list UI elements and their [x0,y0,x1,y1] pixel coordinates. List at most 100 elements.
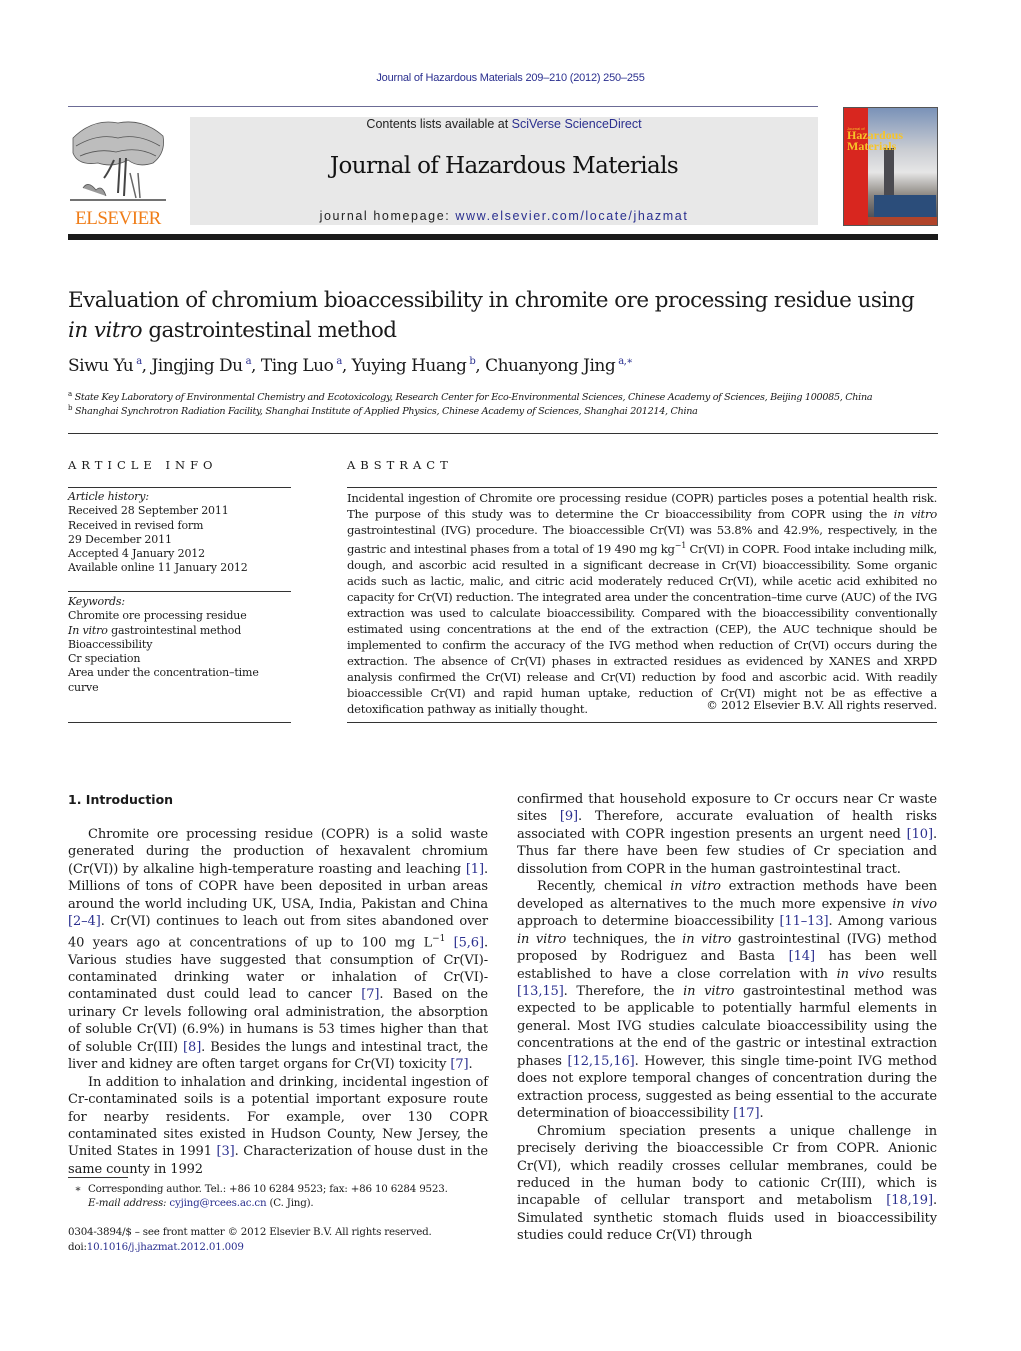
citation-link[interactable]: [9] [560,809,578,824]
history-item: Accepted 4 January 2012 [68,547,205,561]
citation-link[interactable]: [1] [466,862,484,877]
email-label: E-mail address: [88,1197,167,1209]
citation-link[interactable]: [7] [361,987,379,1002]
cover-title: Hazardous Materials [847,129,903,153]
email-note: E-mail address: cyjing@rcees.ac.cn (C. J… [88,1196,508,1210]
citation-link[interactable]: [11–13] [779,914,828,929]
paragraph: Recently, chemical in vitro extraction m… [517,878,937,1122]
affiliation-a: a State Key Laboratory of Environmental … [68,390,948,403]
elsevier-tree-icon [70,121,166,201]
doi-link[interactable]: 10.1016/j.jhazmat.2012.01.009 [87,1241,244,1253]
keyword-text: Bioaccessibility [68,637,153,651]
author-name[interactable]: Siwu Yu [68,356,134,376]
journal-homepage-line: journal homepage: www.elsevier.com/locat… [190,209,818,223]
superscript: −1 [432,933,446,944]
body-text: . Therefore, accurate evaluation of heal… [517,809,937,842]
keyword-text: Chromite ore processing residue [68,609,247,623]
history-item: Available online 11 January 2012 [68,561,248,575]
author-name[interactable]: Ting Luo [261,356,334,376]
keyword-italic: In vitro [68,623,108,637]
contents-prefix: Contents lists available at [366,117,512,131]
body-text: techniques, the [566,931,683,947]
front-matter-note: 0304-3894/$ – see front matter © 2012 El… [68,1226,432,1238]
elsevier-logo-text: ELSEVIER [75,208,161,229]
keyword-text: Cr speciation [68,652,141,666]
italic-text: in vivo [892,896,938,912]
author-separator: , [251,356,261,376]
citation-link[interactable]: [3] [217,1144,235,1159]
keyword-item: Area under the concentration–time curve [68,666,291,695]
doi-line: doi:10.1016/j.jhazmat.2012.01.009 [68,1240,488,1254]
citation-link[interactable]: [10] [907,827,933,842]
header-thick-rule [68,234,938,240]
homepage-link[interactable]: www.elsevier.com/locate/jhazmat [455,209,688,223]
body-column-left: Chromite ore processing residue (COPR) i… [68,826,488,1178]
citation-link[interactable]: [18,19] [886,1193,933,1208]
article-info-heading: ARTICLE INFO [68,458,218,472]
keyword-item: Bioaccessibility [68,638,291,652]
abstract-bottom-rule [347,722,937,723]
body-text: . Cr(VI) continues to leach out from sit… [68,914,488,951]
history-item: Received 28 September 2011 [68,504,229,518]
body-text: Chromium speciation presents a unique ch… [517,1123,937,1209]
abstract-body: Incidental ingestion of Chromite ore pro… [347,490,937,717]
title-rest: gastrointestinal method [142,318,397,343]
italic-text: in vitro [517,931,567,947]
keyword-text: Area under the concentration–time curve [68,666,259,694]
body-text: . [759,1106,764,1122]
body-text: Recently, chemical [537,879,671,895]
italic-text: in vitro [682,931,732,947]
author-name[interactable]: Chuanyong Jing [485,356,616,376]
body-text: . Among various [828,914,937,930]
author-name[interactable]: Yuying Huang [352,356,467,376]
keywords: Keywords: Chromite ore processing residu… [68,595,291,695]
citation-link[interactable]: [8] [183,1040,201,1055]
section-heading-introduction: 1. Introduction [68,792,174,807]
body-text: Chromite ore processing residue (COPR) i… [68,827,488,877]
author-name[interactable]: Jingjing Du [151,356,243,376]
citation-link[interactable]: [14] [789,949,815,964]
paragraph: In addition to inhalation and drinking, … [68,1074,488,1179]
author-list: Siwu Yu a, Jingjing Du a, Ting Luo a, Yuyin… [68,356,948,376]
body-text: approach to determine bioaccessibility [517,914,780,930]
author-affiliation-mark[interactable]: a,∗ [618,356,633,367]
affiliation-rule [68,433,938,434]
citation-link[interactable]: [17] [733,1106,759,1121]
corresponding-mark: ∗ [74,1183,82,1195]
keyword-item: Cr speciation [68,652,291,666]
elsevier-logo[interactable]: ELSEVIER [68,118,168,229]
contents-line: Contents lists available at SciVerse Sci… [190,117,818,131]
abstract-copyright: © 2012 Elsevier B.V. All rights reserved… [706,698,937,712]
citation-link[interactable]: [2–4] [68,914,101,929]
citation-link[interactable]: [7] [450,1057,468,1072]
running-head[interactable]: Journal of Hazardous Materials 209–210 (… [0,72,1021,84]
footnote-rule [68,1177,128,1178]
article-info-bottom-rule [68,722,291,723]
cover-title-line2: Materials [847,139,897,153]
email-link[interactable]: cyjing@rcees.ac.cn [169,1197,266,1209]
corresponding-author-note: ∗ Corresponding author. Tel.: +86 10 6284… [68,1182,488,1196]
title-line1: Evaluation of chromium bioaccessibility … [68,288,915,313]
history-item: Received in revised form [68,518,204,532]
citation-link[interactable]: [5,6] [454,935,484,950]
author-separator: , [475,356,486,376]
paragraph: Chromium speciation presents a unique ch… [517,1123,937,1245]
abstract-text: Incidental ingestion of Chromite ore pro… [347,491,937,521]
paragraph: Chromite ore processing residue (COPR) i… [68,826,488,1074]
journal-name: Journal of Hazardous Materials [329,153,679,179]
keywords-label: Keywords: [68,595,125,608]
article-title: Evaluation of chromium bioaccessibility … [68,286,948,346]
journal-banner: Contents lists available at SciVerse Sci… [190,117,818,225]
abstract-heading: ABSTRACT [347,458,453,472]
keywords-rule [68,591,291,592]
body-text: . [468,1057,473,1073]
keyword-item: In vitro gastrointestinal method [68,624,291,638]
citation-link[interactable]: [12,15,16] [568,1054,635,1069]
affiliation-mark: a [68,390,72,398]
journal-cover-image[interactable]: Journal of Hazardous Materials [843,107,938,226]
corresponding-text: Corresponding author. Tel.: +86 10 6284 … [88,1183,448,1195]
abstract-sup: −1 [674,541,687,550]
citation-link[interactable]: [13,15] [517,984,564,999]
sciencedirect-link[interactable]: SciVerse ScienceDirect [512,117,642,131]
title-line2: in vitro gastrointestinal method [68,316,948,346]
